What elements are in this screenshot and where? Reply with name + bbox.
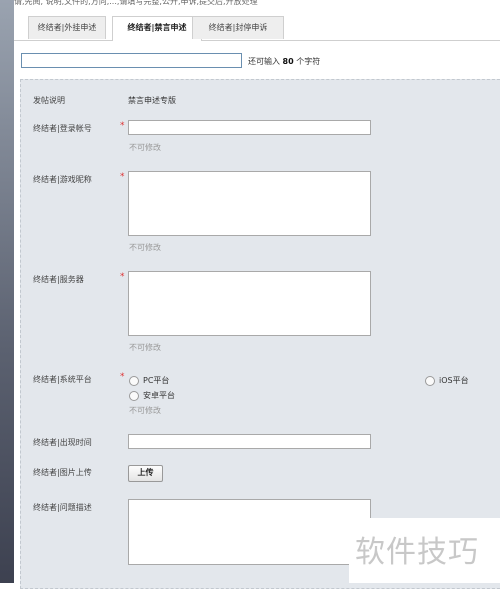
ios-platform-label: iOS平台 <box>439 376 469 385</box>
platform-required-mark: * <box>120 372 125 382</box>
ios-platform-radio[interactable] <box>425 376 435 386</box>
tab-bar: 终结者|外挂申述 终结者|禁言申述 终结者|封停申诉 <box>14 12 500 41</box>
account-input[interactable] <box>128 120 371 135</box>
account-not-editable-hint: 不可修改 <box>129 143 161 152</box>
problem-desc-label: 终结者|问题描述 <box>33 503 92 512</box>
android-platform-radio[interactable] <box>129 391 139 401</box>
upload-button[interactable]: 上传 <box>128 465 163 482</box>
account-required-mark: * <box>120 121 125 131</box>
watermark-logo: 软件技巧 <box>355 535 479 570</box>
server-textarea[interactable] <box>128 271 371 336</box>
problem-desc-textarea[interactable] <box>128 499 371 565</box>
account-label: 终结者|登录帐号 <box>33 124 92 133</box>
server-not-editable-hint: 不可修改 <box>129 343 161 352</box>
tab-cheat-appeal[interactable]: 终结者|外挂申述 <box>28 16 106 39</box>
post-desc-value: 禁言申述专版 <box>128 96 176 105</box>
nickname-not-editable-hint: 不可修改 <box>129 243 161 252</box>
pc-platform-label: PC平台 <box>143 376 170 385</box>
char-count-hint: 还可输入 80 个字符 <box>248 56 320 67</box>
char-hint-suffix: 个字符 <box>296 57 321 66</box>
platform-label: 终结者|系统平台 <box>33 375 92 384</box>
platform-not-editable-hint: 不可修改 <box>129 406 161 415</box>
android-platform-label: 安卓平台 <box>143 391 175 400</box>
server-required-mark: * <box>120 272 125 282</box>
left-background-strip <box>0 0 14 583</box>
server-label: 终结者|服务器 <box>33 275 84 284</box>
char-hint-prefix: 还可输入 <box>248 57 280 66</box>
nickname-label: 终结者|游戏昵称 <box>33 175 92 184</box>
tab-ban-appeal[interactable]: 终结者|封停申诉 <box>192 16 284 39</box>
image-upload-label: 终结者|图片上传 <box>33 468 92 477</box>
nickname-required-mark: * <box>120 172 125 182</box>
tab-mute-appeal[interactable]: 终结者|禁言申述 <box>112 16 202 41</box>
title-input[interactable] <box>21 53 242 68</box>
pc-platform-radio[interactable] <box>129 376 139 386</box>
top-instruction-text: 请,先阅, 说明,文件的,方向,...,请填写完整,公开,申诉,提交后,开放处理 <box>14 0 258 5</box>
nickname-textarea[interactable] <box>128 171 371 236</box>
time-input[interactable] <box>128 434 371 449</box>
post-desc-label: 发帖说明 <box>33 96 65 105</box>
char-hint-count: 80 <box>282 57 294 66</box>
time-label: 终结者|出现时间 <box>33 438 92 447</box>
